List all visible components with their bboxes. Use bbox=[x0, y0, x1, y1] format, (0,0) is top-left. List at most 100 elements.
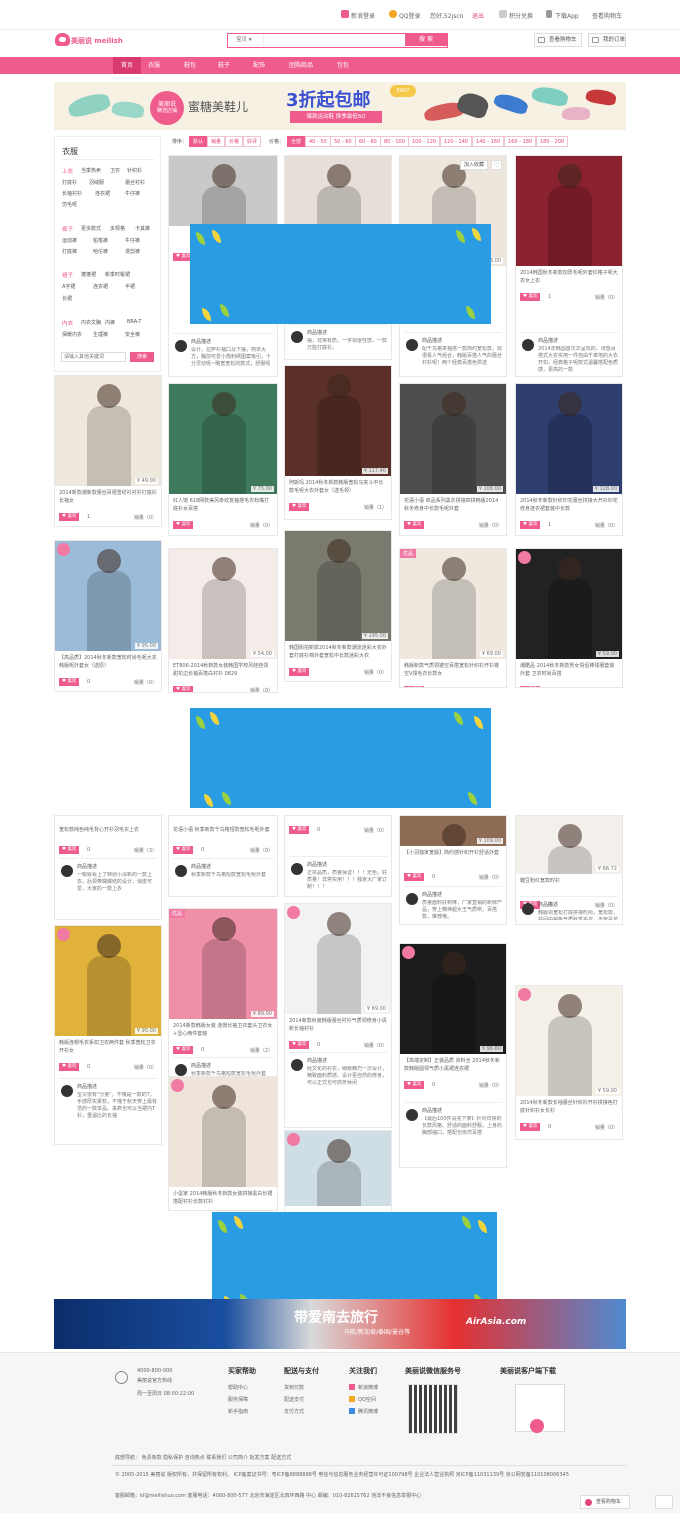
product-card[interactable]: ¥ 96.60 【高端定制】正装品质 资料全 2014秋冬新款韩版圆领气质小黑裙连… bbox=[399, 943, 507, 1168]
product-card[interactable]: ♥ 喜欢 bbox=[284, 1130, 392, 1220]
product-title[interactable]: 潮酷品 2014秋冬新款男女情侣棒球服套装外套 卫衣时尚百搭 bbox=[520, 662, 618, 678]
like-button[interactable]: ♥ 喜欢 bbox=[59, 513, 80, 521]
chat-button[interactable] bbox=[655, 1495, 673, 1509]
price-range[interactable]: 160 - 180 bbox=[504, 136, 537, 147]
price-range[interactable]: 40 - 50 bbox=[305, 136, 331, 147]
floating-ad[interactable] bbox=[190, 224, 491, 324]
like-button[interactable]: ♥ 喜欢 bbox=[404, 1081, 425, 1089]
like-button[interactable]: ♥ 喜欢 bbox=[520, 293, 541, 301]
qq-login-link[interactable]: QQ登录 bbox=[399, 11, 420, 20]
sidebar-group-skirts[interactable]: 裙子 bbox=[62, 271, 73, 279]
product-card[interactable]: ¥ 108.00 花语小语 商品系列黑灰拼接四拼韩版2014秋冬修身中长款毛呢外套… bbox=[399, 383, 507, 536]
sidebar-item[interactable]: 长裙 bbox=[62, 295, 72, 302]
sidebar-item[interactable]: 羽绒服 bbox=[89, 179, 104, 186]
sina-login-link[interactable]: 新浪登录 bbox=[351, 11, 375, 20]
product-image[interactable] bbox=[285, 531, 391, 641]
nav-group-buy[interactable]: 团购商品 bbox=[282, 57, 320, 74]
sidebar-item[interactable]: 蕾丝衬衫 bbox=[125, 179, 145, 186]
sidebar-search-input[interactable] bbox=[61, 352, 126, 362]
product-title[interactable]: 【小羽独家宽版】简约感针织开衫舒适外套 bbox=[404, 849, 502, 865]
nav-clothes[interactable]: 衣服 bbox=[141, 57, 167, 74]
product-title[interactable]: 红人馆 618网款美风条纹复袖搭毛衣粉嘴打底衫女百搭 bbox=[173, 497, 273, 513]
product-image[interactable] bbox=[516, 986, 622, 1096]
logo-icon[interactable] bbox=[55, 33, 70, 46]
product-title[interactable]: 花语小语 商品系列黑灰拼接四拼韩版2014秋冬修身中长款毛呢外套 bbox=[404, 497, 502, 513]
like-button[interactable]: ♥ 喜欢 bbox=[59, 1063, 80, 1071]
like-button[interactable]: ♥ 喜欢 bbox=[520, 521, 541, 529]
logo-text[interactable]: 美丽说 meilishuo.com bbox=[71, 36, 123, 46]
product-card[interactable]: ♥ 喜欢 0 销量（0） 商品描述 正宗品质，质量保证！！！无色，好质量！非常实用！！！… bbox=[284, 815, 392, 897]
product-card[interactable]: ¥ 128.00 2014秋冬新款针织印花蕾丝拼接大开衫印花修身连衣裙套装中长款 ♥… bbox=[515, 383, 623, 536]
product-card[interactable]: ¥ 95.00 韩版连帽毛衣系扣卫衣两件套 秋季宽松卫衣开衫女 ♥ 喜欢 0 销量（0）… bbox=[54, 925, 162, 1145]
product-image[interactable] bbox=[169, 156, 277, 226]
product-image[interactable] bbox=[516, 549, 622, 659]
product-card[interactable]: ¥ 59.00 2014秋冬新款长袖蕾丝针织衫开衫拼接色打底针织衫女长衫 ♥ 喜欢 0… bbox=[515, 985, 623, 1140]
product-card[interactable]: ¥ 54.00 ET806-2014秋新款女装韩国学校风娃娃领甜花边长袖百搭白衬衫… bbox=[168, 548, 278, 693]
like-button[interactable]: ♥ 喜欢 bbox=[173, 521, 194, 529]
price-range[interactable]: 60 - 80 bbox=[355, 136, 381, 147]
sidebar-item[interactable]: 卡其裤 bbox=[135, 225, 150, 232]
product-image[interactable] bbox=[285, 156, 391, 226]
sidebar-item[interactable]: A字裙 bbox=[62, 283, 75, 290]
product-card[interactable]: 2014韩国秋冬新款加厚毛呢外套红格子呢大衣女上衣 ♥ 喜欢 1 销量（0） 商品描述 2… bbox=[515, 155, 623, 377]
like-button[interactable]: ♥ 喜欢 bbox=[289, 668, 310, 676]
like-button[interactable]: ♥ 喜欢 bbox=[289, 1041, 310, 1049]
nav-home[interactable]: 首页 bbox=[113, 57, 141, 74]
like-button[interactable]: ♥ 喜欢 bbox=[289, 503, 310, 511]
floating-ad[interactable] bbox=[190, 708, 491, 808]
sidebar-search-button[interactable]: 搜索 bbox=[130, 352, 154, 362]
sidebar-item[interactable]: 运动裤 bbox=[62, 237, 77, 244]
product-card[interactable]: ¥ 69.00 韩版新款气质领镂空百搭宽松针织衫开衫镂空V领毛衣长款女 ♥ 喜欢 0 销… bbox=[399, 548, 507, 688]
product-title[interactable]: 宽松款纯色纯毛背心开衫羽毛衣上衣 bbox=[59, 826, 157, 842]
footer-link[interactable]: 腾讯微博 bbox=[358, 1408, 378, 1415]
like-button[interactable]: ♥ 喜欢 bbox=[520, 686, 541, 687]
footer-link[interactable]: 服务保障 bbox=[228, 1396, 248, 1403]
product-title[interactable]: 2014新款秋装韩版蕾丝衬衫气质领修身小清新长袖衬衫 bbox=[289, 1017, 387, 1033]
view-cart-link[interactable]: 查看购物车 bbox=[592, 11, 622, 20]
sidebar-item[interactable]: 更多款式 bbox=[81, 225, 101, 232]
footer-links[interactable]: 底部导航： 免责条款 隐私保护 咨询热点 联系我们 公司简介 批发方案 配送方式 bbox=[115, 1454, 291, 1461]
search-button[interactable]: 搜 索 bbox=[405, 34, 447, 46]
product-title[interactable]: 花语小语 秋季新款千鸟格短款宽松毛呢外套 bbox=[173, 826, 273, 842]
product-image[interactable] bbox=[516, 384, 622, 494]
product-title[interactable]: 2014秋冬新款长袖蕾丝针织衫开衫拼接色打底针织衫女长衫 bbox=[520, 1099, 618, 1115]
product-title[interactable]: 糖豆粉红宽款时衫 bbox=[520, 877, 618, 893]
promo-banner[interactable]: 美丽说 精选店铺 蜜糖美鞋儿 3折起包邮 爆款运动鞋 换季最低SO EASY bbox=[54, 82, 626, 130]
floating-ad[interactable] bbox=[212, 1212, 497, 1310]
sidebar-item[interactable]: 铅笔裤 bbox=[93, 237, 108, 244]
user-greeting[interactable]: 您好,52jscn bbox=[430, 11, 463, 20]
sidebar-item[interactable]: 针织衫 bbox=[127, 167, 142, 174]
sidebar-item[interactable]: 漫剪裤 bbox=[125, 248, 140, 255]
product-image[interactable] bbox=[169, 384, 277, 494]
sidebar-item[interactable]: BRA-T bbox=[127, 319, 141, 325]
like-button[interactable]: ♥ 喜欢 bbox=[520, 1123, 541, 1131]
product-card[interactable]: ¥ 95.00 【高品质】2014秋冬新款宽松时尚毛呢大衣韩版呢外套女（送原） ♥ … bbox=[54, 540, 162, 692]
like-button[interactable]: ♥ 喜欢 bbox=[173, 846, 194, 854]
sidebar-item[interactable]: 打底裤 bbox=[62, 248, 77, 255]
sort-default[interactable]: 默认 bbox=[189, 136, 208, 147]
footer-link[interactable]: 配送支付 bbox=[284, 1396, 304, 1403]
footer-link[interactable]: 帮助中心 bbox=[228, 1384, 248, 1391]
points-link[interactable]: 积分兑换 bbox=[509, 11, 533, 20]
product-card[interactable]: ¥ 66.72糖豆粉红宽款时衫♥ 喜欢0销量（0）商品描述韩版领宽松打底拼接时尚… bbox=[515, 815, 623, 925]
product-card[interactable]: 小蛋家 2014韩版秋冬新款女装拼接黑白长裙搭配衬衫长款衬衫♥ 喜欢 bbox=[168, 1076, 278, 1211]
product-title[interactable]: 小蛋家 2014韩版秋冬新款女装拼接黑白长裙搭配衬衫长款衬衫 bbox=[173, 1190, 273, 1206]
sort-sales[interactable]: 销量 bbox=[207, 136, 226, 147]
price-all[interactable]: 全部 bbox=[287, 136, 306, 147]
product-image[interactable] bbox=[516, 156, 622, 266]
sidebar-group-tops[interactable]: 上衣 bbox=[62, 167, 73, 175]
orders-button[interactable]: 我的订单 bbox=[588, 33, 626, 47]
product-image[interactable] bbox=[169, 909, 277, 1019]
sidebar-group-pants[interactable]: 裤子 bbox=[62, 225, 73, 233]
cart-button[interactable]: 查看购物车 bbox=[534, 33, 582, 47]
nav-accessories[interactable]: 配饰 bbox=[246, 57, 272, 74]
price-range[interactable]: 120 - 140 bbox=[440, 136, 473, 147]
product-title[interactable]: 韩版连帽毛衣系扣卫衣两件套 秋季宽松卫衣开衫女 bbox=[59, 1039, 157, 1055]
product-card[interactable]: ¥ 49.00 2014新款潮新款蕾丝百褶雪纺衫衬衫打底衫长袖女 ♥ 喜欢 1 销量（0… bbox=[54, 375, 162, 527]
product-title[interactable]: ET806-2014秋新款女装韩国学校风娃娃领甜花边长袖百搭白衬衫 0829 bbox=[173, 662, 273, 678]
footer-link[interactable]: 支付方式 bbox=[284, 1408, 304, 1415]
sort-rating[interactable]: 好评 bbox=[243, 136, 262, 147]
price-range[interactable]: 100 - 120 bbox=[408, 136, 441, 147]
product-title[interactable]: 2014新款韩版女装 连帽长袖卫衣套头卫衣女+显心两件套装 bbox=[173, 1022, 273, 1038]
product-card[interactable]: 花语小语 秋季新款千鸟格短款宽松毛呢外套 ♥ 喜欢 0 销量（0） 商品描述 秋季新款千鸟… bbox=[168, 815, 278, 897]
